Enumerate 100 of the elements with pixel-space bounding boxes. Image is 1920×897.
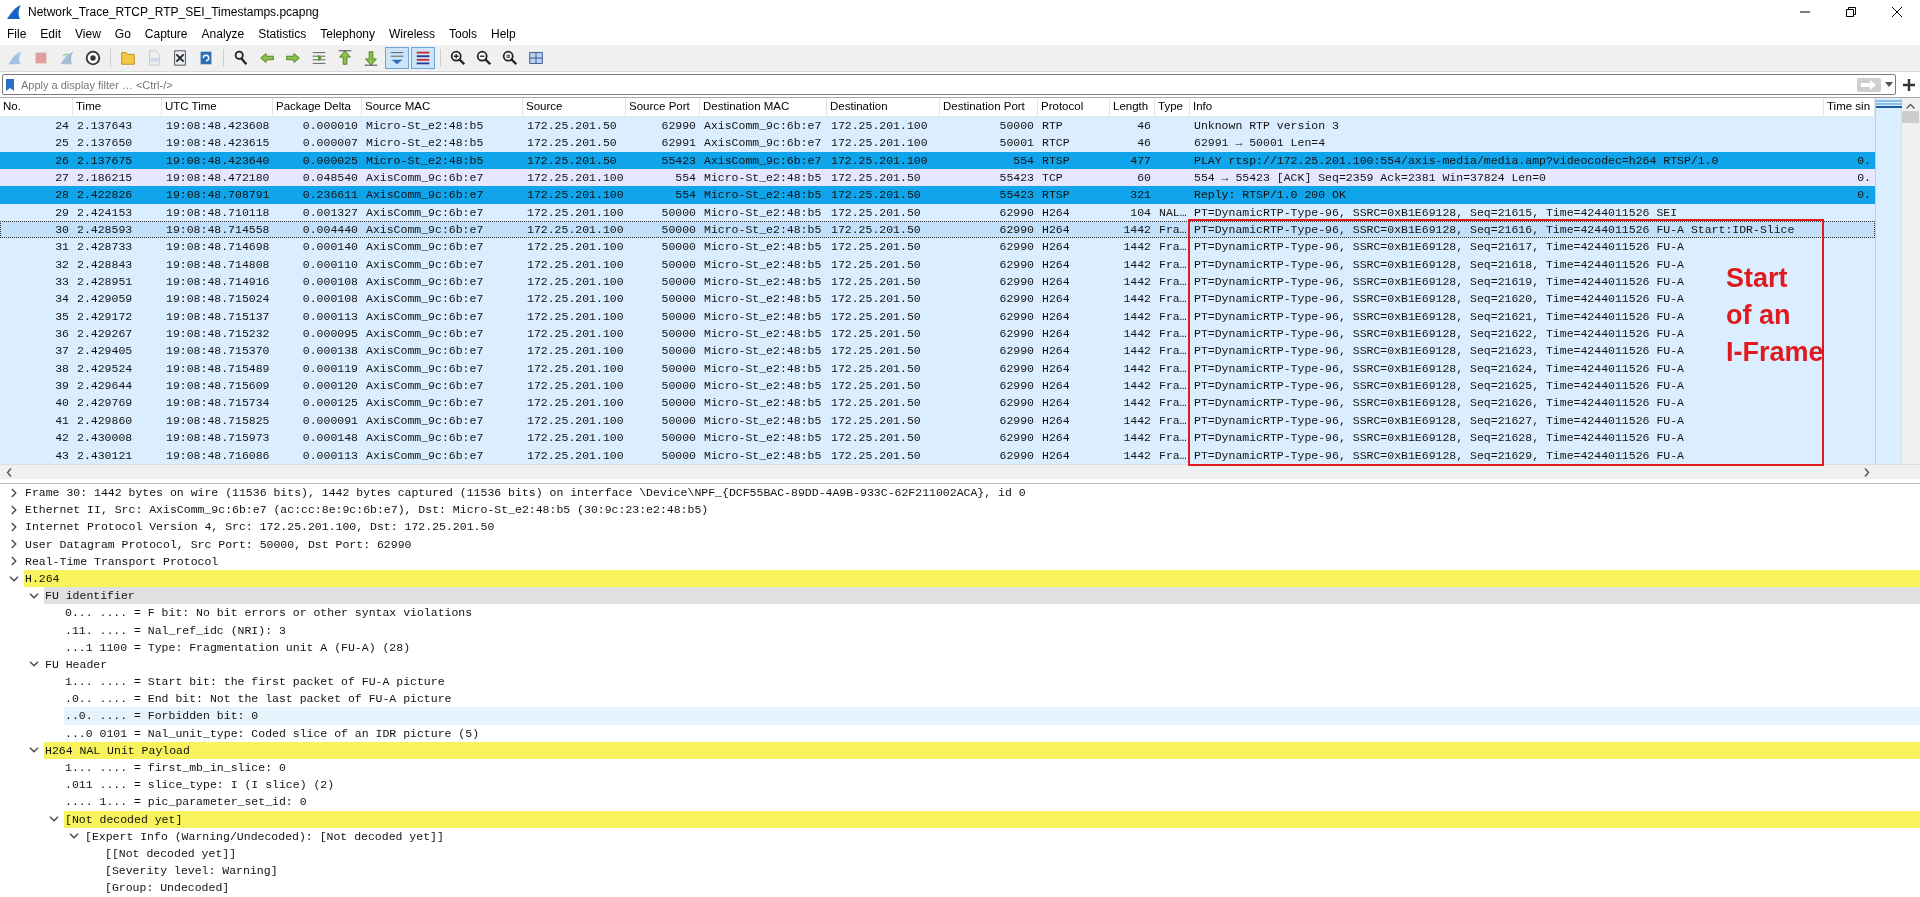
chevron-down-icon[interactable] [29, 747, 39, 754]
tree-item[interactable]: .11. .... = Nal_ref_idc (NRI): 3 [64, 621, 1920, 639]
colored-lines-button[interactable] [411, 47, 435, 69]
chevron-down-icon[interactable] [9, 575, 19, 582]
tree-item[interactable]: Real-Time Transport Protocol [24, 552, 1920, 570]
column-header[interactable]: Info [1190, 98, 1824, 116]
column-header[interactable]: No. [0, 98, 73, 116]
menu-item[interactable]: Analyze [194, 25, 252, 43]
packet-row[interactable]: 27 2.186215 19:08:48.472180 0.048540 AxisComm_9c:6b:e7 172.25.201.100 554 Micro-St_e2:48:b5 172.25.201.50 55423 TCP 60 554 → 55423 [ACK] Seq=2359 Ack=2381 Win=37824 Len=0 0. [0, 169, 1875, 187]
table-cell: 2.137643 [77, 119, 133, 132]
tree-item[interactable]: .0.. .... = End bit: Not the last packet of FU-A picture [64, 690, 1920, 708]
menu-item[interactable]: Tools [442, 25, 484, 43]
scrollbar-thumb[interactable] [1902, 111, 1920, 123]
tree-item[interactable]: [Severity level: Warning] [104, 862, 1920, 880]
column-header[interactable]: Time [73, 98, 162, 116]
column-header[interactable]: Source Port [626, 98, 700, 116]
tree-item[interactable]: ...1 1100 = Type: Fragmentation unit A (FU-A) (28) [64, 638, 1920, 656]
tree-item[interactable]: H264 NAL Unit Payload [44, 741, 1920, 759]
tree-item[interactable]: [Expert Info (Warning/Undecoded): [Not decoded yet]] [84, 827, 1920, 845]
menu-item[interactable]: Telephony [313, 25, 382, 43]
menu-item[interactable]: Wireless [382, 25, 442, 43]
tree-item[interactable]: [Not decoded yet] [64, 810, 1920, 828]
tree-item[interactable]: ..0. .... = Forbidden bit: 0 [64, 707, 1920, 725]
tree-item[interactable]: FU Header [44, 655, 1920, 674]
chevron-right-icon[interactable] [11, 556, 17, 567]
table-cell: 62990 [999, 396, 1034, 410]
tree-item[interactable]: [Group: Undecoded] [104, 879, 1920, 897]
table-cell: 0.000140 [302, 240, 358, 254]
column-header[interactable]: Source MAC [362, 98, 523, 116]
chevron-left-icon[interactable] [6, 467, 12, 477]
packet-row[interactable]: 28 2.422826 19:08:48.708791 0.236611 AxisComm_9c:6b:e7 172.25.201.100 554 Micro-St_e2:48:b5 172.25.201.50 55423 RTSP 321 Reply: RTSP/1.0 200 OK 0. [0, 186, 1875, 204]
tree-item[interactable]: .... 1... = pic_parameter_set_id: 0 [64, 793, 1920, 811]
table-cell: 19:08:48.715734 [166, 396, 270, 410]
tree-item[interactable]: 0... .... = F bit: No bit errors or other syntax violations [64, 604, 1920, 622]
table-cell: 62990 [999, 205, 1034, 219]
tree-item[interactable]: ...0 0101 = Nal_unit_type: Coded slice of an IDR picture (5) [64, 724, 1920, 742]
table-cell: H264 [1042, 396, 1070, 410]
table-cell: 32 [55, 257, 69, 271]
chevron-right-icon[interactable] [11, 487, 17, 498]
chevron-right-icon[interactable] [11, 539, 17, 550]
chevron-down-icon[interactable] [29, 661, 39, 668]
table-cell: 62990 [999, 292, 1034, 306]
chevron-down-icon[interactable] [69, 833, 79, 840]
filter-input[interactable]: Apply a display filter … <Ctrl-/> [17, 78, 1855, 91]
menu-item[interactable]: View [68, 25, 108, 43]
list-scroll-button[interactable] [385, 47, 409, 69]
packet-row[interactable] [0, 221, 1875, 239]
tree-item[interactable]: 1... .... = first_mb_in_slice: 0 [64, 759, 1920, 777]
table-cell: 0.000110 [302, 257, 358, 271]
tree-item[interactable]: .011 .... = slice_type: I (I slice) (2) [64, 776, 1920, 794]
filter-dropdown-button[interactable] [1883, 82, 1895, 87]
colored-lines-icon [414, 49, 432, 67]
menu-item[interactable]: Statistics [251, 25, 314, 43]
table-cell: 25 [55, 136, 69, 150]
column-header[interactable]: Destination [827, 98, 940, 116]
table-cell: 62990 [999, 275, 1034, 289]
table-cell: 43 [55, 448, 69, 462]
add-filter-button[interactable] [1900, 77, 1918, 92]
column-header[interactable]: Destination Port [940, 98, 1038, 116]
column-header[interactable]: Length [1110, 98, 1155, 116]
tree-item[interactable]: FU identifier [44, 587, 1920, 605]
tree-item[interactable]: Internet Protocol Version 4, Src: 172.25.201.100, Dst: 172.25.201.50 [24, 518, 1920, 536]
tree-item[interactable]: User Datagram Protocol, Src Port: 50000, Dst Port: 62990 [24, 535, 1920, 553]
table-cell: AxisComm_9c:6b:e7 [366, 257, 484, 271]
display-filter-field[interactable]: Apply a display filter … <Ctrl-/> [2, 74, 1896, 95]
window-title: Network_Trace_RTCP_RTP_SEI_Timestamps.pcapng [28, 4, 320, 19]
column-header[interactable]: UTC Time [162, 98, 273, 116]
tree-item[interactable]: 1... .... = Start bit: the first packet of FU-A picture [64, 673, 1920, 691]
chevron-right-icon[interactable] [11, 521, 17, 532]
column-header[interactable]: Destination MAC [700, 98, 827, 116]
menu-item[interactable]: File [0, 25, 34, 43]
chevron-up-icon[interactable] [1906, 103, 1916, 109]
column-header[interactable]: Time sin [1824, 98, 1875, 116]
column-header[interactable]: Protocol [1038, 98, 1110, 116]
table-cell: 1442 [1123, 240, 1151, 254]
chevron-right-icon[interactable] [1864, 467, 1870, 477]
tree-item[interactable]: Ethernet II, Src: AxisComm_9c:6b:e7 (ac:cc:8e:9c:6b:e7), Dst: Micro-St_e2:48:b5 (30:9c:23:e2:48:b5) [24, 501, 1920, 519]
table-cell: 38 [55, 361, 69, 375]
bookmark-button[interactable] [3, 77, 17, 92]
chevron-down-icon[interactable] [49, 816, 59, 823]
tree-item[interactable]: Frame 30: 1442 bytes on wire (11536 bits), 1442 bytes captured (11536 bits) on interface \Device\NPF_{DCF55BAC-89DD-4A9B-933C-62F211002ACA}, id 0 [24, 484, 1920, 502]
vertical-scrollbar[interactable] [1900, 98, 1920, 464]
column-header[interactable]: Source [523, 98, 626, 116]
tree-item[interactable]: [[Not decoded yet]] [104, 844, 1920, 863]
chevron-right-icon[interactable] [11, 504, 17, 515]
menu-item[interactable]: Edit [33, 25, 69, 43]
table-cell: 172.25.201.100 [527, 292, 624, 306]
horizontal-scrollbar[interactable] [0, 464, 1920, 479]
table-cell: 62990 [661, 119, 696, 132]
table-cell: 172.25.201.100 [527, 431, 624, 445]
column-header[interactable]: Package Delta [273, 98, 362, 116]
menu-item[interactable]: Help [484, 25, 523, 43]
table-cell: 1442 [1123, 344, 1151, 358]
chevron-down-icon[interactable] [29, 592, 39, 599]
column-header[interactable]: Type [1155, 98, 1190, 116]
table-cell: AxisComm_9c:6b:e7 [366, 344, 484, 358]
tree-item[interactable]: H.264 [24, 569, 1920, 588]
menu-item[interactable]: Capture [137, 25, 195, 43]
table-cell: PT=DynamicRTP-Type-96, SSRC=0xB1E69128, Seq=21625, Time=4244011526 FU-A [1194, 379, 1684, 393]
menu-item[interactable]: Go [107, 25, 138, 43]
